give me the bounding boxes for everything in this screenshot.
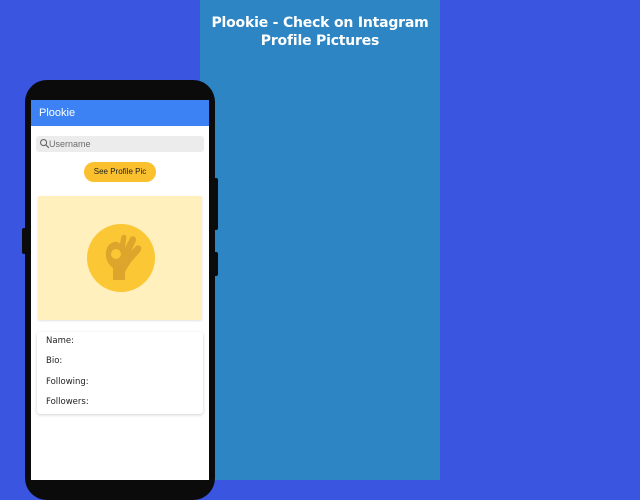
see-profile-pic-button[interactable]: See Profile Pic <box>84 162 156 182</box>
promo-panel: Plookie - Check on Intagram Profile Pict… <box>200 0 440 480</box>
promo-title-line-1: Plookie - Check on Intagram <box>211 15 429 31</box>
app-title: Plookie <box>39 107 76 119</box>
search-box[interactable] <box>36 136 204 152</box>
profile-picture-card <box>38 196 202 320</box>
phone-volume-button <box>214 178 218 230</box>
followers-label: Followers: <box>46 397 89 407</box>
following-label: Following: <box>46 377 89 387</box>
name-label: Name: <box>46 336 74 346</box>
app-screen: Plookie See Profile Pic Name: Bio: Follo… <box>31 100 209 480</box>
profile-picture-placeholder <box>87 224 155 292</box>
bio-label: Bio: <box>46 356 63 366</box>
ok-hand-icon <box>105 234 142 280</box>
phone-side-button <box>22 228 26 254</box>
phone-power-button <box>214 252 218 276</box>
username-input[interactable] <box>49 136 199 152</box>
app-bar: Plookie <box>31 100 209 126</box>
profile-info-card: Name: Bio: Following: Followers: <box>37 332 203 414</box>
promo-headline: Plookie - Check on Intagram Profile Pict… <box>200 14 440 50</box>
promo-title-line-2: Profile Pictures <box>260 33 380 49</box>
